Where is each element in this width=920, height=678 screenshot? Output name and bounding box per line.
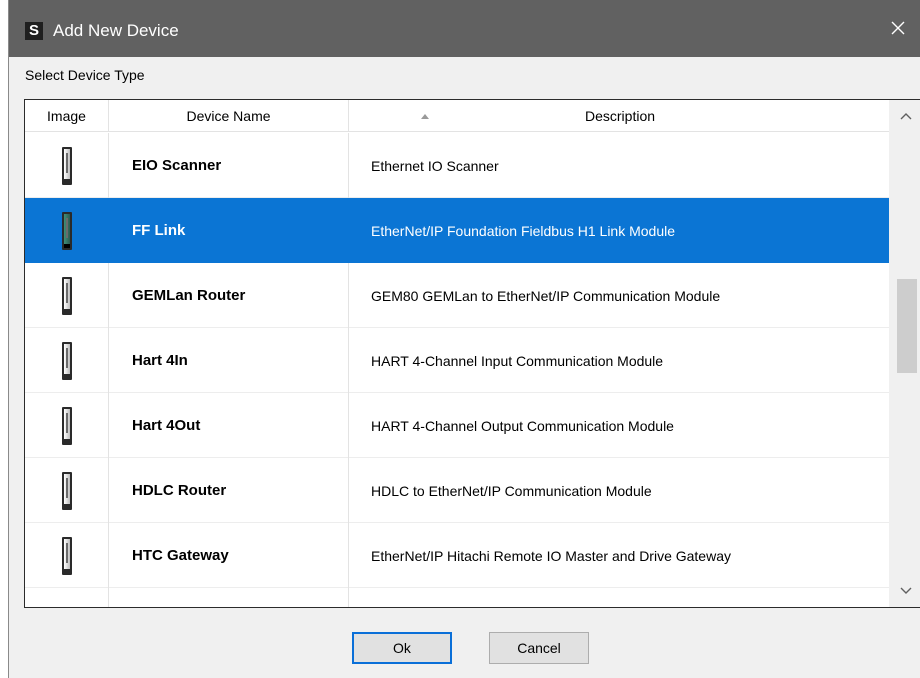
device-module-icon: [61, 341, 72, 380]
row-device-name: HTC Gateway: [109, 523, 349, 588]
row-description: EtherNet/IP Foundation Fieldbus H1 Link …: [371, 222, 676, 239]
chevron-up-icon: [900, 113, 912, 120]
row-image-cell: [25, 458, 109, 523]
column-header-device-name[interactable]: Device Name: [109, 100, 429, 132]
row-description: EtherNet/IP Hitachi Remote IO Master and…: [371, 547, 731, 564]
table-row-partial[interactable]: [25, 588, 891, 607]
table-row-selected[interactable]: FF Link EtherNet/IP Foundation Fieldbus …: [25, 198, 891, 263]
close-button[interactable]: [875, 8, 920, 48]
vertical-scrollbar[interactable]: [889, 100, 920, 607]
row-image-cell: [25, 198, 109, 263]
chevron-down-icon: [900, 587, 912, 594]
row-description: Ethernet IO Scanner: [371, 157, 499, 174]
device-list[interactable]: Image Device Name Description EIO Scanne…: [24, 99, 920, 608]
list-header: Image Device Name Description: [25, 100, 891, 132]
ok-button[interactable]: Ok: [352, 632, 452, 664]
column-header-image[interactable]: Image: [25, 100, 109, 132]
row-image-cell: [25, 588, 109, 607]
list-rows: EIO Scanner Ethernet IO Scanner FF Link …: [25, 133, 891, 607]
column-header-device-name-label: Device Name: [186, 108, 271, 124]
table-row[interactable]: GEMLan Router GEM80 GEMLan to EtherNet/I…: [25, 263, 891, 328]
row-device-name: Hart 4In: [109, 328, 349, 393]
row-description: HART 4-Channel Output Communication Modu…: [371, 417, 674, 434]
close-icon: [891, 21, 905, 35]
device-module-icon: [61, 406, 72, 445]
row-image-cell: [25, 393, 109, 458]
row-device-name: HDLC Router: [109, 458, 349, 523]
table-row[interactable]: EIO Scanner Ethernet IO Scanner: [25, 133, 891, 198]
device-module-icon: [61, 146, 72, 185]
row-device-name: [109, 588, 349, 607]
scroll-up-button[interactable]: [890, 100, 920, 132]
row-image-cell: [25, 263, 109, 328]
row-device-name: EIO Scanner: [109, 133, 349, 198]
app-logo-icon: S: [25, 22, 43, 40]
device-module-icon: [61, 536, 72, 575]
device-module-icon: [61, 211, 72, 250]
row-device-name: Hart 4Out: [109, 393, 349, 458]
table-row[interactable]: Hart 4Out HART 4-Channel Output Communic…: [25, 393, 891, 458]
title-bar: S Add New Device: [9, 0, 920, 57]
row-image-cell: [25, 328, 109, 393]
row-image-cell: [25, 523, 109, 588]
row-image-cell: [25, 133, 109, 198]
row-device-name: FF Link: [109, 198, 349, 263]
select-device-type-label: Select Device Type: [25, 67, 145, 83]
table-row[interactable]: Hart 4In HART 4-Channel Input Communicat…: [25, 328, 891, 393]
row-description: HART 4-Channel Input Communication Modul…: [371, 352, 664, 369]
row-description: HDLC to EtherNet/IP Communication Module: [371, 482, 652, 499]
column-header-description[interactable]: Description: [349, 100, 891, 132]
device-module-icon: [61, 471, 72, 510]
window-title: Add New Device: [53, 21, 179, 40]
table-row[interactable]: HTC Gateway EtherNet/IP Hitachi Remote I…: [25, 523, 891, 588]
scrollbar-thumb[interactable]: [897, 279, 917, 373]
device-module-icon: [61, 276, 72, 315]
row-description: [349, 588, 891, 607]
cancel-button[interactable]: Cancel: [489, 632, 589, 664]
table-row[interactable]: HDLC Router HDLC to EtherNet/IP Communic…: [25, 458, 891, 523]
add-new-device-dialog: S Add New Device Select Device Type Imag…: [8, 0, 920, 678]
row-device-name: GEMLan Router: [109, 263, 349, 328]
scroll-down-button[interactable]: [890, 575, 920, 607]
row-description: GEM80 GEMLan to EtherNet/IP Communicatio…: [371, 287, 721, 304]
